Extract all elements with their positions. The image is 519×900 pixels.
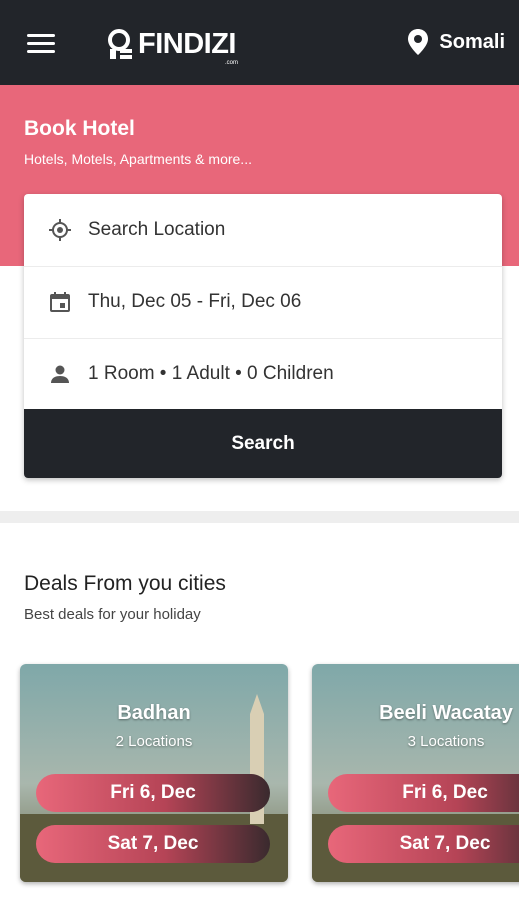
search-button[interactable]: Search bbox=[24, 409, 502, 478]
person-icon bbox=[51, 365, 69, 383]
date-from-pill: Fri 6, Dec bbox=[328, 774, 519, 812]
search-location-text: Search Location bbox=[88, 218, 226, 240]
date-range-field[interactable]: Thu, Dec 05 - Fri, Dec 06 bbox=[24, 266, 502, 337]
city-location-count: 2 Locations bbox=[115, 733, 193, 750]
page-title: Book Hotel bbox=[24, 117, 135, 140]
guests-field[interactable]: 1 Room • 1 Adult • 0 Children bbox=[24, 338, 502, 409]
logo-text: FINDIZI bbox=[138, 27, 237, 60]
map-pin-icon bbox=[408, 29, 429, 55]
page-subtitle: Hotels, Motels, Apartments & more... bbox=[24, 151, 252, 167]
search-card: Search Location Thu, Dec 05 - Fri, Dec 0… bbox=[24, 194, 502, 478]
deals-title: Deals From you cities bbox=[24, 572, 226, 595]
date-to-pill: Sat 7, Dec bbox=[328, 825, 519, 863]
location-label: Somali bbox=[439, 30, 505, 53]
date-range-text: Thu, Dec 05 - Fri, Dec 06 bbox=[88, 291, 302, 312]
top-app-bar: FINDIZI .com Somali bbox=[0, 0, 519, 85]
city-card-badhan[interactable]: Badhan 2 Locations Fri 6, Dec Sat 7, Dec bbox=[20, 664, 288, 882]
date-from-pill: Fri 6, Dec bbox=[36, 774, 270, 812]
city-name: Beeli Wacatay bbox=[379, 702, 513, 724]
city-name: Badhan bbox=[117, 702, 191, 724]
menu-icon[interactable] bbox=[22, 28, 58, 58]
section-divider bbox=[0, 511, 519, 523]
deals-subtitle: Best deals for your holiday bbox=[24, 606, 201, 623]
city-location-count: 3 Locations bbox=[407, 733, 485, 750]
logo-search-icon bbox=[108, 29, 132, 59]
findizi-logo: FINDIZI .com bbox=[106, 26, 238, 66]
city-card-beeli-wacatay[interactable]: Beeli Wacatay 3 Locations Fri 6, Dec Sat… bbox=[312, 664, 519, 882]
location-selector[interactable]: Somali bbox=[407, 28, 505, 56]
my-location-icon bbox=[49, 218, 71, 241]
guests-text: 1 Room • 1 Adult • 0 Children bbox=[88, 363, 334, 384]
calendar-icon bbox=[50, 292, 70, 312]
logo-domain: .com bbox=[224, 60, 238, 66]
search-location-field[interactable]: Search Location bbox=[24, 194, 502, 265]
date-to-pill: Sat 7, Dec bbox=[36, 825, 270, 863]
